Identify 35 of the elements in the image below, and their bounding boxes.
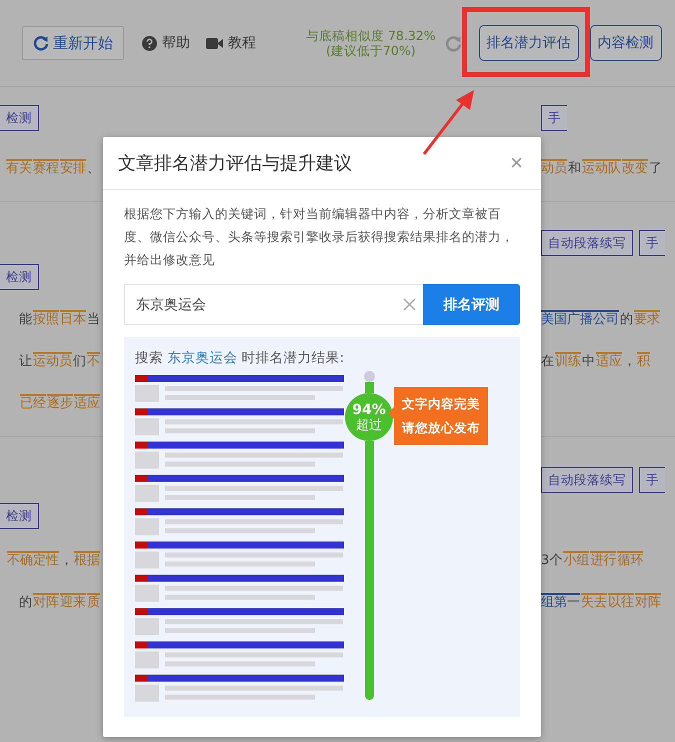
- help-link[interactable]: 帮助: [162, 34, 190, 52]
- video-camera-icon[interactable]: [206, 36, 223, 50]
- article-text: 3个小组进行循环: [541, 551, 644, 570]
- check-button[interactable]: 检测: [0, 503, 39, 529]
- check-button[interactable]: 检测: [0, 105, 39, 131]
- advice-callout: 文字内容完美 请您放心发布: [388, 387, 488, 445]
- continue-writing-button[interactable]: 自动段落续写: [541, 230, 633, 256]
- meter-knob: [364, 371, 375, 382]
- meter-bar: [365, 382, 374, 393]
- refresh-icon: [33, 35, 49, 51]
- toolbar-button[interactable]: 排名潜力评估: [478, 25, 579, 61]
- restart-button[interactable]: 重新开始: [22, 26, 124, 60]
- article-text: 的对阵迎来质: [19, 593, 101, 612]
- article-text: 不确定性，根据: [7, 551, 101, 570]
- similarity-hint: (建议低于70%): [326, 43, 416, 58]
- check-button[interactable]: 检测: [0, 264, 39, 290]
- keyword-field[interactable]: 东京奥运会: [124, 284, 423, 325]
- rank-test-button[interactable]: 排名评测: [423, 284, 520, 325]
- continue-writing-button[interactable]: 手: [639, 230, 665, 256]
- continue-writing-button[interactable]: 手: [541, 105, 567, 131]
- article-text: 能按照 日本当: [19, 310, 101, 329]
- help-icon[interactable]: [142, 36, 157, 50]
- article-text: 有关赛程安排、: [6, 159, 101, 178]
- toolbar-button[interactable]: 内容检测: [590, 25, 662, 61]
- dialog-title: 文章排名潜力评估与提升建议: [118, 152, 352, 175]
- continue-writing-button[interactable]: 自动段落续写: [541, 467, 633, 493]
- article-text: 在训练中适应，积: [541, 352, 651, 371]
- result-title: 搜索 东京奥运会 时排名潜力结果:: [135, 349, 346, 367]
- tutorial-link[interactable]: 教程: [228, 34, 256, 52]
- continue-writing-button[interactable]: 手: [639, 467, 665, 493]
- article-text: 让运动员们不: [19, 352, 101, 371]
- similarity-text: 与底稿相似度 78.32%: [306, 28, 436, 43]
- article-text: 已经逐步适应: [20, 394, 101, 413]
- close-button[interactable]: ×: [510, 152, 523, 174]
- dialog-description: 根据您下方输入的关键词，针对当前编辑器中内容，分析文章被百度、微信公众号、头条等搜索引擎收录后获得搜索结果排名的潜力，并给出修改意见: [124, 205, 515, 269]
